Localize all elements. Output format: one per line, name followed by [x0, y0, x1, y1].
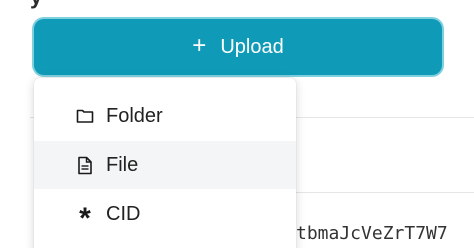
upload-dropdown-menu: Folder File * CID	[34, 78, 296, 248]
folder-icon	[74, 105, 96, 127]
asterisk-icon: *	[79, 202, 91, 235]
upload-button-label: Upload	[220, 35, 284, 58]
menu-item-folder[interactable]: Folder	[34, 92, 296, 140]
cid-text: tbmaJcVeZrT7W7	[296, 223, 448, 244]
file-icon	[74, 154, 96, 176]
menu-item-file[interactable]: File	[34, 141, 296, 189]
plus-icon: +	[192, 32, 207, 59]
menu-item-label: CID	[106, 203, 141, 225]
menu-item-cid[interactable]: * CID	[34, 190, 296, 238]
page-heading: y	[30, 0, 42, 8]
page: y tbmaJcVeZrT7W7 + Upload Folder	[0, 0, 474, 248]
menu-item-label: File	[106, 154, 139, 176]
background-list-row	[288, 117, 474, 193]
menu-item-label: Folder	[106, 105, 163, 127]
upload-button[interactable]: + Upload	[34, 19, 442, 75]
